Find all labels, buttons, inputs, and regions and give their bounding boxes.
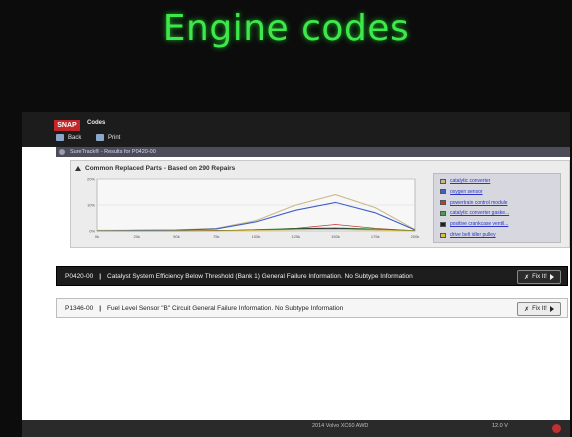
play-icon	[549, 274, 554, 280]
code-separator: |	[99, 272, 102, 280]
fix-it-button[interactable]: ✗ Fix It!	[517, 302, 561, 316]
legend-swatch	[440, 189, 446, 195]
x-tick-label: 200k	[411, 234, 420, 239]
app-logo: SNAP	[54, 120, 80, 131]
vehicle-label: 2014 Volvo XC60 AWD	[312, 423, 369, 429]
legend-item[interactable]: catalytic converter gaske...	[440, 210, 509, 216]
x-tick-label: 20k	[134, 234, 140, 239]
legend-label: powertrain control module	[450, 199, 508, 206]
y-tick-label: 20%	[87, 177, 95, 182]
results-header-label: SureTrack® - Results for P0420-00	[70, 149, 156, 155]
chart-legend: catalytic converter oxygen sensor powertra…	[433, 173, 561, 243]
x-tick-label: 75k	[213, 234, 219, 239]
code-description: Catalyst System Efficiency Below Thresho…	[107, 272, 413, 280]
fix-it-label: Fix It!	[532, 274, 547, 280]
repairs-chart: 20% 10% 0% 0k 20k 50k 75k 100k 125k 150k 175k 200k	[81, 175, 421, 243]
legend-item[interactable]: oxygen sensor	[440, 189, 483, 195]
page-title: Codes	[87, 120, 106, 126]
fix-it-button[interactable]: ✗ Fix It!	[517, 270, 561, 284]
alert-icon[interactable]	[552, 424, 561, 433]
collapse-triangle-icon[interactable]	[75, 166, 81, 171]
fix-it-label: Fix It!	[532, 306, 547, 312]
panel-title: Common Replaced Parts - Based on 290 Rep…	[85, 165, 236, 172]
wrench-icon: ✗	[524, 306, 530, 313]
x-tick-label: 125k	[291, 234, 300, 239]
image-caption: Engine codes	[162, 8, 410, 49]
top-toolbar: SNAP Codes Back Print	[22, 112, 570, 147]
legend-swatch	[440, 221, 446, 227]
legend-item[interactable]: catalytic converter	[440, 178, 490, 184]
legend-label: oxygen sensor	[450, 188, 483, 195]
printer-icon	[96, 134, 104, 141]
code-row-p0420[interactable]: P0420-00 | Catalyst System Efficiency Be…	[56, 266, 568, 286]
code-id: P0420-00	[65, 272, 94, 280]
legend-swatch	[440, 178, 446, 184]
x-tick-label: 100k	[252, 234, 261, 239]
x-tick-label: 175k	[371, 234, 380, 239]
y-tick-label: 10%	[87, 203, 95, 208]
legend-item[interactable]: powertrain control module	[440, 200, 508, 206]
code-id: P1346-00	[65, 304, 94, 312]
legend-item[interactable]: drive belt idler pulley	[440, 232, 496, 238]
results-header[interactable]: SureTrack® - Results for P0420-00	[56, 147, 570, 157]
code-row-p1346[interactable]: P1346-00 | Fuel Level Sensor "B" Circuit…	[56, 298, 568, 318]
back-button-label: Back	[68, 134, 82, 141]
y-tick-label: 0%	[89, 229, 95, 234]
back-arrow-icon	[56, 134, 64, 141]
legend-label: positive crankcase ventil...	[450, 221, 509, 228]
x-tick-label: 150k	[331, 234, 340, 239]
common-replaced-parts-panel: Common Replaced Parts - Based on 290 Rep…	[70, 160, 570, 248]
legend-swatch	[440, 210, 446, 216]
legend-swatch	[440, 200, 446, 206]
legend-label: drive belt idler pulley	[450, 232, 496, 238]
battery-voltage: 12.0 V	[492, 423, 508, 429]
back-button[interactable]: Back	[56, 134, 81, 141]
repairs-chart-svg: 20% 10% 0%0k 20k 50k 75k 100k 125k 150k 175k 200k	[87, 177, 420, 240]
legend-label: catalytic converter gaske...	[450, 210, 510, 217]
x-tick-label: 0k	[95, 234, 99, 239]
suretrack-icon	[59, 149, 65, 155]
wrench-icon: ✗	[524, 274, 530, 281]
legend-swatch	[440, 232, 446, 238]
taskbar: 2014 Volvo XC60 AWD 12.0 V	[22, 420, 570, 437]
legend-label: catalytic converter	[450, 178, 491, 184]
play-icon	[549, 306, 554, 312]
legend-item[interactable]: positive crankcase ventil...	[440, 221, 508, 227]
print-button[interactable]: Print	[96, 134, 120, 141]
x-tick-label: 50k	[173, 234, 179, 239]
code-separator: |	[99, 304, 102, 312]
print-button-label: Print	[108, 134, 121, 141]
code-description: Fuel Level Sensor "B" Circuit General Fa…	[107, 304, 344, 312]
scanner-screen: SNAP Codes Back Print SureTrack® - Resul…	[22, 112, 570, 422]
